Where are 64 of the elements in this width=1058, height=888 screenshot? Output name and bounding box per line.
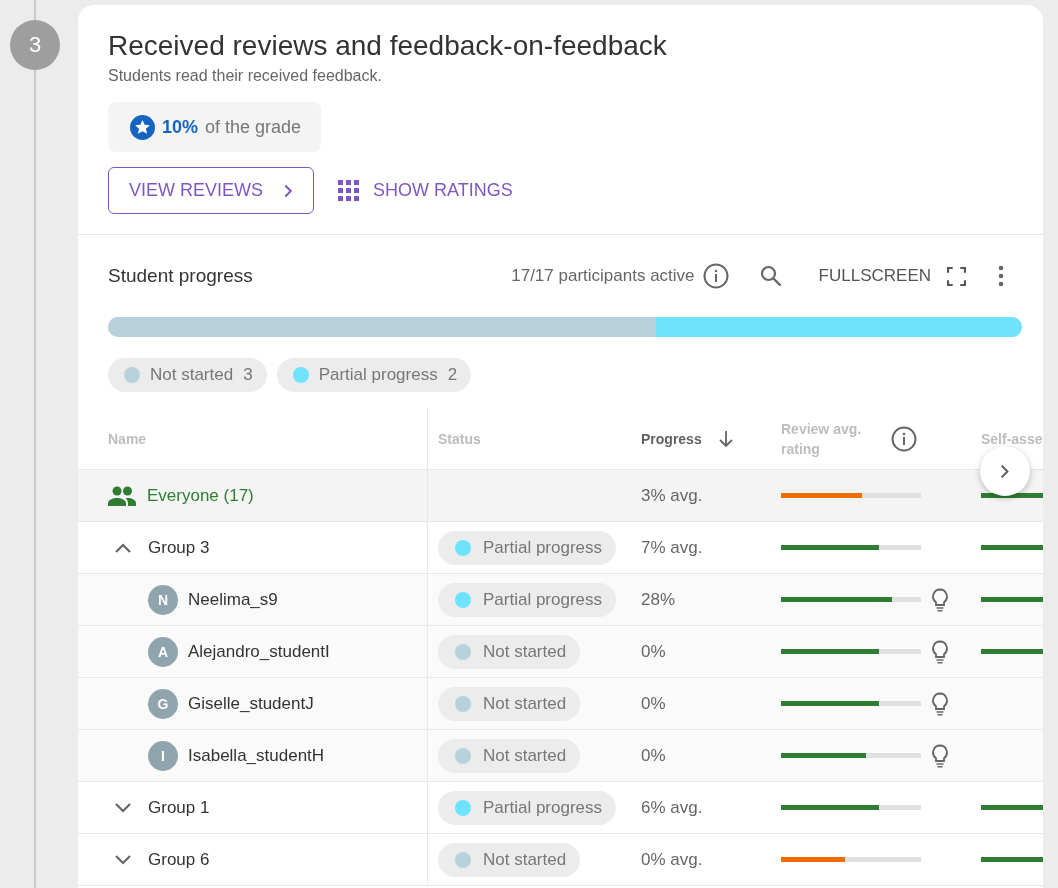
more-options-icon[interactable]: [998, 264, 1004, 288]
student-name[interactable]: Alejandro_studentI: [188, 641, 330, 662]
group-name[interactable]: Group 1: [148, 797, 210, 818]
chevron-up-icon[interactable]: [114, 541, 132, 554]
avatar: A: [148, 636, 178, 667]
progress-value: 0%: [641, 745, 666, 766]
status-label: Partial progress: [483, 537, 603, 558]
info-icon[interactable]: [702, 263, 729, 289]
lightbulb-icon[interactable]: [931, 639, 949, 664]
column-header: Review avg. rating: [781, 419, 863, 459]
status-label: Not started: [483, 745, 567, 766]
column-header[interactable]: Progress: [641, 430, 702, 447]
status-label: Partial progress: [483, 797, 603, 818]
column-header: Status: [438, 430, 481, 447]
legend-chip[interactable]: Not started 3: [108, 358, 267, 392]
status-label: Partial progress: [483, 589, 603, 610]
progress-value: 0%: [641, 641, 666, 662]
group-name[interactable]: Group 3: [148, 537, 210, 558]
activity-title: Received reviews and feedback-on-feedback: [108, 31, 668, 61]
scroll-right-button[interactable]: [980, 446, 1030, 496]
fullscreen-button[interactable]: FULLSCREEN: [818, 266, 966, 286]
grid-icon: [338, 180, 359, 201]
grade-percent: 10%: [162, 116, 199, 138]
avatar: I: [148, 740, 178, 771]
progress-value: 6% avg.: [641, 797, 703, 818]
view-reviews-button[interactable]: VIEW REVIEWS: [108, 167, 314, 214]
fullscreen-icon: [947, 266, 966, 286]
lightbulb-icon[interactable]: [931, 743, 949, 768]
progress-value: 28%: [641, 589, 676, 610]
lightbulb-icon[interactable]: [931, 691, 949, 716]
lightbulb-icon[interactable]: [931, 587, 949, 612]
student-name[interactable]: Isabella_studentH: [188, 745, 325, 766]
group-name[interactable]: Group 6: [148, 849, 210, 870]
status-label: Not started: [483, 693, 567, 714]
grade-label: of the grade: [205, 116, 302, 138]
search-icon[interactable]: [758, 264, 783, 288]
avatar: G: [148, 688, 178, 719]
people-icon: [108, 485, 136, 506]
column-header: Self-asse: [981, 430, 1043, 447]
student-name[interactable]: Neelima_s9: [188, 589, 278, 610]
status-label: Not started: [483, 849, 567, 870]
legend-label: Not started: [150, 365, 234, 385]
legend-count: 3: [243, 365, 253, 385]
avatar: N: [148, 584, 178, 615]
progress-value: 3% avg.: [641, 485, 703, 506]
progress-value: 0% avg.: [641, 849, 703, 870]
progress-value: 7% avg.: [641, 537, 703, 558]
legend-label: Partial progress: [318, 365, 438, 385]
everyone-label[interactable]: Everyone (17): [147, 485, 254, 506]
legend-chip[interactable]: Partial progress 2: [276, 358, 472, 392]
student-name[interactable]: Giselle_studentJ: [188, 693, 314, 714]
step-number: 3: [10, 20, 60, 70]
activity-description: Students read their received feedback.: [108, 67, 383, 85]
progress-value: 0%: [641, 693, 666, 714]
legend-count: 2: [447, 365, 458, 385]
chevron-down-icon[interactable]: [114, 801, 132, 814]
show-ratings-button[interactable]: SHOW RATINGS: [338, 180, 513, 201]
chevron-right-icon: [1000, 463, 1010, 479]
participants-count: 17/17 participants active: [511, 266, 695, 286]
info-icon[interactable]: [891, 425, 917, 452]
column-header: Name: [108, 430, 147, 447]
chevron-down-icon[interactable]: [114, 853, 132, 866]
section-title: Student progress: [108, 265, 253, 287]
status-label: Not started: [483, 641, 567, 662]
